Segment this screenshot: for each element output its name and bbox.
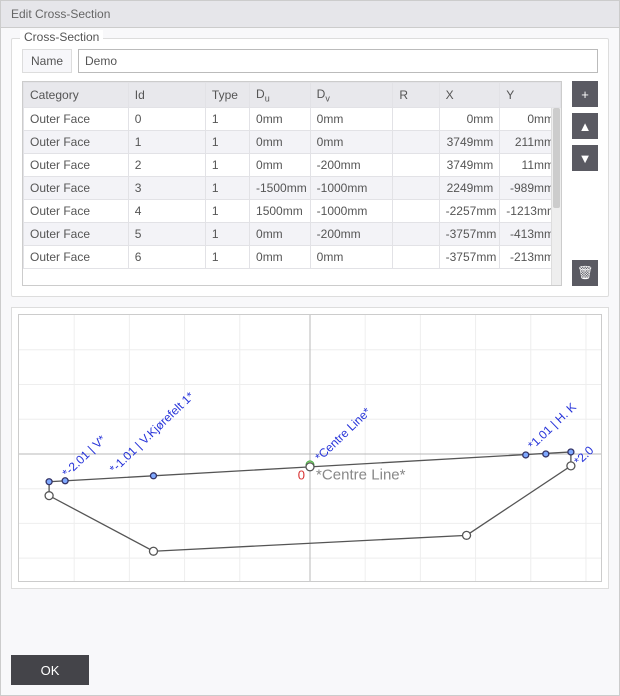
centre-line-gray: *Centre Line*: [316, 467, 406, 484]
cell-r[interactable]: [393, 108, 439, 131]
cell-dv[interactable]: -200mm: [310, 154, 393, 177]
cell-dv[interactable]: 0mm: [310, 246, 393, 269]
cell-type[interactable]: 1: [205, 200, 249, 223]
plus-icon: +: [581, 87, 589, 102]
scrollbar-thumb[interactable]: [553, 108, 560, 208]
cell-dv[interactable]: -1000mm: [310, 177, 393, 200]
name-input[interactable]: [78, 49, 598, 73]
move-down-button[interactable]: ▼: [572, 145, 598, 171]
cell-r[interactable]: [393, 200, 439, 223]
col-du[interactable]: Du: [250, 83, 311, 108]
cross-section-graph[interactable]: 0 *Centre Line* *Centre Line* *-2.01 | V…: [18, 314, 602, 582]
trash-icon: 🗑: [577, 265, 594, 281]
cell-x[interactable]: 3749mm: [439, 131, 500, 154]
cell-id[interactable]: 3: [128, 177, 205, 200]
cell-du[interactable]: 0mm: [250, 108, 311, 131]
col-category[interactable]: Category: [24, 83, 129, 108]
cell-r[interactable]: [393, 246, 439, 269]
vertical-scrollbar[interactable]: [551, 108, 561, 285]
cell-type[interactable]: 1: [205, 246, 249, 269]
table-row[interactable]: Outer Face010mm0mm0mm0mm: [24, 108, 561, 131]
cell-id[interactable]: 6: [128, 246, 205, 269]
cell-id[interactable]: 5: [128, 223, 205, 246]
name-label: Name: [22, 49, 72, 73]
cell-r[interactable]: [393, 223, 439, 246]
cell-du[interactable]: 1500mm: [250, 200, 311, 223]
triangle-up-icon: ▲: [579, 119, 592, 134]
label-kjorefelt: *-1.01 | V.Kjørefelt 1*: [107, 389, 197, 476]
cell-r[interactable]: [393, 177, 439, 200]
cell-type[interactable]: 1: [205, 131, 249, 154]
cross-section-fieldset: Cross-Section Name Catego: [11, 38, 609, 297]
cell-r[interactable]: [393, 131, 439, 154]
cell-type[interactable]: 1: [205, 108, 249, 131]
table-row[interactable]: Outer Face31-1500mm-1000mm2249mm-989mm: [24, 177, 561, 200]
cell-x[interactable]: 2249mm: [439, 177, 500, 200]
cell-id[interactable]: 0: [128, 108, 205, 131]
cell-type[interactable]: 1: [205, 177, 249, 200]
cell-type[interactable]: 1: [205, 223, 249, 246]
col-dv[interactable]: Dv: [310, 83, 393, 108]
cell-du[interactable]: 0mm: [250, 223, 311, 246]
cell-category[interactable]: Outer Face: [24, 154, 129, 177]
delete-row-button[interactable]: 🗑: [572, 260, 598, 286]
add-row-button[interactable]: +: [572, 81, 598, 107]
cell-id[interactable]: 4: [128, 200, 205, 223]
centre-line-blue: *Centre Line*: [312, 405, 374, 464]
cell-id[interactable]: 2: [128, 154, 205, 177]
cell-category[interactable]: Outer Face: [24, 223, 129, 246]
table-row[interactable]: Outer Face510mm-200mm-3757mm-413mm: [24, 223, 561, 246]
table-row[interactable]: Outer Face210mm-200mm3749mm11mm: [24, 154, 561, 177]
cell-du[interactable]: 0mm: [250, 154, 311, 177]
cell-du[interactable]: -1500mm: [250, 177, 311, 200]
label-h101: *1.01 | H. K: [525, 400, 579, 452]
cell-x[interactable]: -3757mm: [439, 246, 500, 269]
ok-button[interactable]: OK: [11, 655, 89, 685]
cell-category[interactable]: Outer Face: [24, 131, 129, 154]
cell-category[interactable]: Outer Face: [24, 108, 129, 131]
col-r[interactable]: R: [393, 83, 439, 108]
cell-dv[interactable]: 0mm: [310, 131, 393, 154]
table-row[interactable]: Outer Face110mm0mm3749mm211mm: [24, 131, 561, 154]
cell-dv[interactable]: 0mm: [310, 108, 393, 131]
cell-category[interactable]: Outer Face: [24, 200, 129, 223]
col-x[interactable]: X: [439, 83, 500, 108]
cell-dv[interactable]: -200mm: [310, 223, 393, 246]
table-row[interactable]: Outer Face411500mm-1000mm-2257mm-1213mm: [24, 200, 561, 223]
data-grid[interactable]: Category Id Type Du Dv R X Y Outer Face0…: [22, 81, 562, 286]
col-type[interactable]: Type: [205, 83, 249, 108]
table-row[interactable]: Outer Face610mm0mm-3757mm-213mm: [24, 246, 561, 269]
fieldset-legend: Cross-Section: [20, 30, 103, 44]
cell-x[interactable]: 3749mm: [439, 154, 500, 177]
triangle-down-icon: ▼: [579, 151, 592, 166]
cell-x[interactable]: -3757mm: [439, 223, 500, 246]
cell-dv[interactable]: -1000mm: [310, 200, 393, 223]
window-title: Edit Cross-Section: [1, 1, 619, 28]
cell-x[interactable]: -2257mm: [439, 200, 500, 223]
cell-r[interactable]: [393, 154, 439, 177]
col-y[interactable]: Y: [500, 83, 561, 108]
graph-panel: 0 *Centre Line* *Centre Line* *-2.01 | V…: [11, 307, 609, 589]
label-v201: *-2.01 | V*: [59, 432, 108, 480]
origin-zero: 0: [298, 468, 305, 483]
cell-du[interactable]: 0mm: [250, 131, 311, 154]
col-id[interactable]: Id: [128, 83, 205, 108]
cell-id[interactable]: 1: [128, 131, 205, 154]
cell-type[interactable]: 1: [205, 154, 249, 177]
cell-category[interactable]: Outer Face: [24, 246, 129, 269]
move-up-button[interactable]: ▲: [572, 113, 598, 139]
cell-category[interactable]: Outer Face: [24, 177, 129, 200]
cell-du[interactable]: 0mm: [250, 246, 311, 269]
cell-x[interactable]: 0mm: [439, 108, 500, 131]
